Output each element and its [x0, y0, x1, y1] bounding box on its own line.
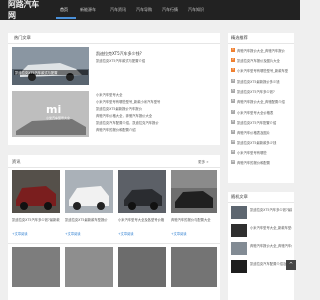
- nav-item-new-energy[interactable]: 新能源车: [80, 7, 96, 13]
- section-divider: [8, 243, 220, 244]
- section-title: 热门文章: [14, 35, 31, 40]
- section-title: 精选推荐: [231, 35, 248, 40]
- nav-item-home[interactable]: 首页: [60, 7, 68, 13]
- arrow-up-icon: ^: [288, 262, 294, 268]
- top-article-link[interactable]: 凯迪拉克XT5汽车多少钱?: [96, 51, 216, 57]
- sidebar-thumb-title[interactable]: 奔驰汽车报价大全_奔驰汽车价格: [250, 243, 292, 248]
- sidebar-list-item[interactable]: 奔驰汽车报价大全_奔驰配置介绍: [237, 99, 292, 104]
- featured-caption-xiaomi[interactable]: 小米汽车型号大全: [46, 116, 70, 120]
- hot-list-item[interactable]: 奔驰汽车价格大全，奔驰汽车报价大全: [96, 113, 216, 118]
- section-divider: [228, 43, 294, 44]
- article-card-image[interactable]: [171, 170, 217, 213]
- rank-badge: 1: [231, 48, 235, 52]
- sidebar-list-item[interactable]: 凯迪拉克XT5汽车配置介绍: [237, 120, 292, 125]
- sidebar-list-item[interactable]: 小米汽车型号有哪些: [237, 150, 292, 155]
- hot-list-item[interactable]: 凯迪拉克汽车配置介绍，凯迪拉克汽车报价: [96, 120, 216, 125]
- article-card-tag[interactable]: +文章阅读: [171, 231, 186, 236]
- rank-badge: 8: [231, 120, 235, 124]
- rank-badge: 9: [231, 130, 235, 134]
- rank-badge: 6: [231, 99, 235, 103]
- sidebar-list-item[interactable]: 奔驰汽车的报价和配置: [237, 160, 292, 165]
- sidebar-list-item[interactable]: 凯迪拉克汽车报价及图片大全: [237, 58, 292, 63]
- sidebar-list-item[interactable]: 小米汽车型号有哪些型号_新款车型: [237, 68, 292, 73]
- rank-badge: 11: [231, 150, 235, 154]
- rank-badge: 3: [231, 68, 235, 72]
- hot-list-item[interactable]: 小米汽车型号有哪些型号_新款小米汽车型号: [96, 99, 216, 104]
- featured-caption[interactable]: 凯迪拉克XT5汽车款式与配置: [14, 70, 88, 75]
- sidebar-thumb[interactable]: [231, 242, 247, 255]
- sidebar-thumb[interactable]: [231, 206, 247, 219]
- site-logo[interactable]: 阿路汽车网: [8, 0, 46, 20]
- rank-badge: 5: [231, 89, 235, 93]
- section-divider: [8, 167, 220, 168]
- rank-badge: 10: [231, 140, 235, 144]
- nav-active-indicator: [56, 17, 76, 19]
- section-title: 资讯: [12, 159, 21, 164]
- rank-badge: 2: [231, 58, 235, 62]
- article-card-title[interactable]: 小米汽车型号大全及各型号价格: [118, 217, 166, 222]
- section-title: 随机文章: [231, 194, 248, 199]
- article-card-image[interactable]: [118, 247, 166, 287]
- article-card-image[interactable]: [12, 247, 60, 287]
- sidebar-thumb-title[interactable]: 凯迪拉克XT5汽车多少钱?最新款报价: [250, 207, 292, 212]
- sidebar-random-panel: 随机文章 凯迪拉克XT5汽车多少钱?最新款报价 小米汽车型号大全_新款车型介绍 …: [228, 192, 294, 300]
- article-card-image[interactable]: [65, 170, 113, 213]
- article-card-title[interactable]: 奔驰汽车的报价与配置大全: [171, 217, 217, 222]
- article-card-image[interactable]: [118, 170, 166, 213]
- sidebar-list-item[interactable]: 凯迪拉克XT5最新报价多少钱: [237, 79, 292, 84]
- rank-badge: 7: [231, 110, 235, 114]
- nav-item-knowledge[interactable]: 汽车知识: [188, 7, 204, 13]
- hot-list-item[interactable]: 小米汽车型号大全: [96, 92, 216, 97]
- article-card-title[interactable]: 凯迪拉克XT5最新款车型报价: [65, 217, 113, 222]
- sidebar-thumb[interactable]: [231, 260, 247, 273]
- articles-panel: 资讯 更多 » 凯迪拉克XT5汽车多少钱?最新款 +文章阅读 凯迪拉克XT5最新…: [8, 155, 220, 300]
- sidebar-list-item[interactable]: 奔驰汽车价格表及图片: [237, 130, 292, 135]
- top-article-summary[interactable]: 凯迪拉克XT5汽车款式与配置介绍: [96, 58, 216, 63]
- article-card-image[interactable]: [171, 247, 217, 287]
- hot-list-item[interactable]: 凯迪拉克XT5最新报价汽车报价: [96, 106, 216, 111]
- top-navigation-bar: 阿路汽车网 首页 新能源车 汽车资讯 汽车导购 汽车行情 汽车知识: [0, 0, 300, 20]
- xiaomi-logo-mark: mi: [46, 103, 62, 116]
- back-to-top-button[interactable]: ^: [286, 260, 296, 270]
- rank-badge: 12: [231, 160, 235, 164]
- sidebar-list-item[interactable]: 凯迪拉克XT5最新款多少钱: [237, 140, 292, 145]
- article-card-image[interactable]: [12, 170, 60, 213]
- article-card-tag[interactable]: +文章阅读: [65, 231, 80, 236]
- nav-item-news[interactable]: 汽车资讯: [110, 7, 126, 13]
- sidebar-list-item[interactable]: 奔驰汽车报价大全_奔驰汽车报价: [237, 48, 292, 53]
- sidebar-list-item[interactable]: 凯迪拉克XT5汽车多少钱?: [237, 89, 292, 94]
- section-divider: [228, 202, 294, 203]
- nav-item-guide[interactable]: 汽车导购: [136, 7, 152, 13]
- rank-badge: 4: [231, 79, 235, 83]
- more-link[interactable]: 更多 »: [198, 160, 209, 165]
- article-card-tag[interactable]: +文章阅读: [12, 231, 27, 236]
- sidebar-latest-panel: 精选推荐 1 奔驰汽车报价大全_奔驰汽车报价 2 凯迪拉克汽车报价及图片大全 3…: [228, 33, 294, 183]
- sidebar-list-item[interactable]: 小米汽车型号大全价格表: [237, 110, 292, 115]
- section-divider: [8, 43, 220, 44]
- sidebar-thumb[interactable]: [231, 224, 247, 237]
- article-card-title[interactable]: 凯迪拉克XT5汽车多少钱?最新款: [12, 217, 60, 222]
- hot-list-item[interactable]: 奔驰汽车的报价和配置介绍: [96, 127, 216, 132]
- sidebar-thumb-title[interactable]: 小米汽车型号大全_新款车型介绍: [250, 225, 292, 230]
- article-card-tag[interactable]: +文章阅读: [118, 231, 133, 236]
- hot-articles-panel: 热门文章 凯迪拉克XT5汽车款式与配置 mi 小米汽车型号大全 凯迪拉克XT5汽…: [8, 33, 220, 145]
- featured-image-cadillac[interactable]: [12, 47, 89, 85]
- nav-item-market[interactable]: 汽车行情: [162, 7, 178, 13]
- article-card-image[interactable]: [65, 247, 113, 287]
